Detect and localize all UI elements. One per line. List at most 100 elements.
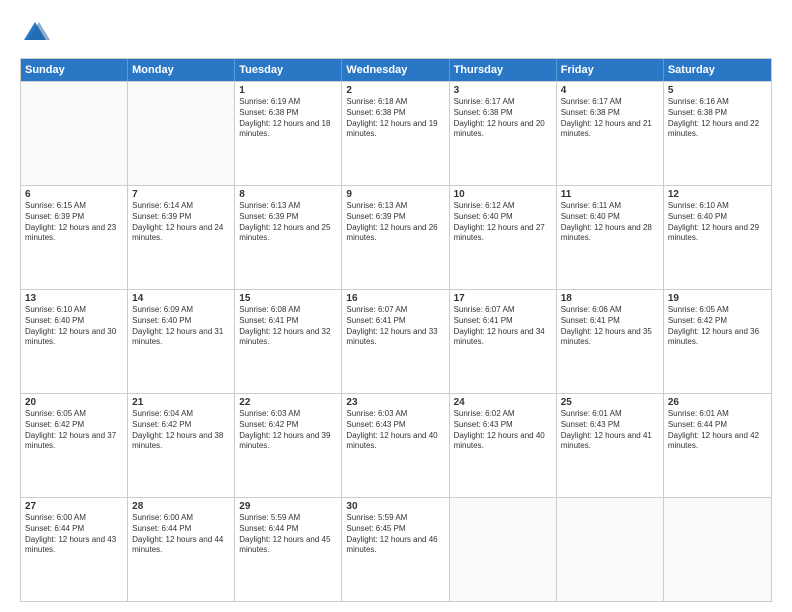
calendar-cell xyxy=(450,498,557,601)
page: SundayMondayTuesdayWednesdayThursdayFrid… xyxy=(0,0,792,612)
calendar-week-1: 1Sunrise: 6:19 AM Sunset: 6:38 PM Daylig… xyxy=(21,81,771,185)
day-number: 11 xyxy=(561,189,659,200)
day-info: Sunrise: 6:02 AM Sunset: 6:43 PM Dayligh… xyxy=(454,409,552,452)
day-number: 3 xyxy=(454,85,552,96)
day-info: Sunrise: 6:19 AM Sunset: 6:38 PM Dayligh… xyxy=(239,97,337,140)
calendar-cell: 4Sunrise: 6:17 AM Sunset: 6:38 PM Daylig… xyxy=(557,82,664,185)
calendar-cell: 29Sunrise: 5:59 AM Sunset: 6:44 PM Dayli… xyxy=(235,498,342,601)
day-number: 9 xyxy=(346,189,444,200)
day-number: 26 xyxy=(668,397,767,408)
day-info: Sunrise: 6:03 AM Sunset: 6:43 PM Dayligh… xyxy=(346,409,444,452)
calendar-cell: 27Sunrise: 6:00 AM Sunset: 6:44 PM Dayli… xyxy=(21,498,128,601)
day-number: 7 xyxy=(132,189,230,200)
calendar-cell: 5Sunrise: 6:16 AM Sunset: 6:38 PM Daylig… xyxy=(664,82,771,185)
calendar-cell xyxy=(21,82,128,185)
day-number: 24 xyxy=(454,397,552,408)
day-number: 5 xyxy=(668,85,767,96)
day-info: Sunrise: 6:17 AM Sunset: 6:38 PM Dayligh… xyxy=(561,97,659,140)
calendar-header-cell: Sunday xyxy=(21,59,128,81)
calendar-cell: 22Sunrise: 6:03 AM Sunset: 6:42 PM Dayli… xyxy=(235,394,342,497)
day-info: Sunrise: 6:10 AM Sunset: 6:40 PM Dayligh… xyxy=(668,201,767,244)
logo-icon xyxy=(20,18,50,48)
day-info: Sunrise: 6:13 AM Sunset: 6:39 PM Dayligh… xyxy=(239,201,337,244)
calendar-cell: 13Sunrise: 6:10 AM Sunset: 6:40 PM Dayli… xyxy=(21,290,128,393)
calendar-week-3: 13Sunrise: 6:10 AM Sunset: 6:40 PM Dayli… xyxy=(21,289,771,393)
calendar-cell: 6Sunrise: 6:15 AM Sunset: 6:39 PM Daylig… xyxy=(21,186,128,289)
day-info: Sunrise: 6:17 AM Sunset: 6:38 PM Dayligh… xyxy=(454,97,552,140)
day-info: Sunrise: 6:10 AM Sunset: 6:40 PM Dayligh… xyxy=(25,305,123,348)
day-info: Sunrise: 6:15 AM Sunset: 6:39 PM Dayligh… xyxy=(25,201,123,244)
header xyxy=(20,18,772,48)
calendar-cell: 26Sunrise: 6:01 AM Sunset: 6:44 PM Dayli… xyxy=(664,394,771,497)
calendar-cell: 19Sunrise: 6:05 AM Sunset: 6:42 PM Dayli… xyxy=(664,290,771,393)
day-number: 22 xyxy=(239,397,337,408)
day-number: 13 xyxy=(25,293,123,304)
day-number: 15 xyxy=(239,293,337,304)
day-info: Sunrise: 6:13 AM Sunset: 6:39 PM Dayligh… xyxy=(346,201,444,244)
day-number: 27 xyxy=(25,501,123,512)
calendar-body: 1Sunrise: 6:19 AM Sunset: 6:38 PM Daylig… xyxy=(21,81,771,601)
day-number: 1 xyxy=(239,85,337,96)
day-info: Sunrise: 5:59 AM Sunset: 6:45 PM Dayligh… xyxy=(346,513,444,556)
day-number: 25 xyxy=(561,397,659,408)
day-number: 16 xyxy=(346,293,444,304)
calendar-cell: 3Sunrise: 6:17 AM Sunset: 6:38 PM Daylig… xyxy=(450,82,557,185)
day-info: Sunrise: 6:04 AM Sunset: 6:42 PM Dayligh… xyxy=(132,409,230,452)
calendar-header-cell: Monday xyxy=(128,59,235,81)
day-number: 2 xyxy=(346,85,444,96)
calendar-cell: 7Sunrise: 6:14 AM Sunset: 6:39 PM Daylig… xyxy=(128,186,235,289)
day-number: 8 xyxy=(239,189,337,200)
day-info: Sunrise: 6:07 AM Sunset: 6:41 PM Dayligh… xyxy=(346,305,444,348)
calendar-cell: 28Sunrise: 6:00 AM Sunset: 6:44 PM Dayli… xyxy=(128,498,235,601)
day-number: 28 xyxy=(132,501,230,512)
day-number: 4 xyxy=(561,85,659,96)
calendar-cell: 20Sunrise: 6:05 AM Sunset: 6:42 PM Dayli… xyxy=(21,394,128,497)
day-number: 18 xyxy=(561,293,659,304)
day-info: Sunrise: 6:09 AM Sunset: 6:40 PM Dayligh… xyxy=(132,305,230,348)
calendar-cell: 2Sunrise: 6:18 AM Sunset: 6:38 PM Daylig… xyxy=(342,82,449,185)
calendar: SundayMondayTuesdayWednesdayThursdayFrid… xyxy=(20,58,772,602)
calendar-week-2: 6Sunrise: 6:15 AM Sunset: 6:39 PM Daylig… xyxy=(21,185,771,289)
calendar-cell: 18Sunrise: 6:06 AM Sunset: 6:41 PM Dayli… xyxy=(557,290,664,393)
day-info: Sunrise: 6:16 AM Sunset: 6:38 PM Dayligh… xyxy=(668,97,767,140)
day-number: 6 xyxy=(25,189,123,200)
calendar-cell: 10Sunrise: 6:12 AM Sunset: 6:40 PM Dayli… xyxy=(450,186,557,289)
calendar-week-4: 20Sunrise: 6:05 AM Sunset: 6:42 PM Dayli… xyxy=(21,393,771,497)
day-number: 19 xyxy=(668,293,767,304)
day-number: 17 xyxy=(454,293,552,304)
calendar-cell: 24Sunrise: 6:02 AM Sunset: 6:43 PM Dayli… xyxy=(450,394,557,497)
day-number: 14 xyxy=(132,293,230,304)
day-info: Sunrise: 6:07 AM Sunset: 6:41 PM Dayligh… xyxy=(454,305,552,348)
day-number: 12 xyxy=(668,189,767,200)
calendar-cell: 11Sunrise: 6:11 AM Sunset: 6:40 PM Dayli… xyxy=(557,186,664,289)
calendar-header-cell: Wednesday xyxy=(342,59,449,81)
calendar-cell: 12Sunrise: 6:10 AM Sunset: 6:40 PM Dayli… xyxy=(664,186,771,289)
day-info: Sunrise: 6:18 AM Sunset: 6:38 PM Dayligh… xyxy=(346,97,444,140)
calendar-header-cell: Friday xyxy=(557,59,664,81)
day-info: Sunrise: 6:01 AM Sunset: 6:44 PM Dayligh… xyxy=(668,409,767,452)
calendar-cell: 30Sunrise: 5:59 AM Sunset: 6:45 PM Dayli… xyxy=(342,498,449,601)
day-number: 20 xyxy=(25,397,123,408)
day-info: Sunrise: 6:11 AM Sunset: 6:40 PM Dayligh… xyxy=(561,201,659,244)
calendar-header-cell: Saturday xyxy=(664,59,771,81)
day-info: Sunrise: 6:03 AM Sunset: 6:42 PM Dayligh… xyxy=(239,409,337,452)
logo xyxy=(20,18,54,48)
calendar-cell: 14Sunrise: 6:09 AM Sunset: 6:40 PM Dayli… xyxy=(128,290,235,393)
day-info: Sunrise: 6:00 AM Sunset: 6:44 PM Dayligh… xyxy=(25,513,123,556)
day-info: Sunrise: 6:05 AM Sunset: 6:42 PM Dayligh… xyxy=(668,305,767,348)
calendar-cell xyxy=(664,498,771,601)
calendar-cell: 15Sunrise: 6:08 AM Sunset: 6:41 PM Dayli… xyxy=(235,290,342,393)
calendar-header-cell: Tuesday xyxy=(235,59,342,81)
calendar-cell: 23Sunrise: 6:03 AM Sunset: 6:43 PM Dayli… xyxy=(342,394,449,497)
calendar-cell: 16Sunrise: 6:07 AM Sunset: 6:41 PM Dayli… xyxy=(342,290,449,393)
calendar-week-5: 27Sunrise: 6:00 AM Sunset: 6:44 PM Dayli… xyxy=(21,497,771,601)
calendar-cell: 8Sunrise: 6:13 AM Sunset: 6:39 PM Daylig… xyxy=(235,186,342,289)
day-info: Sunrise: 5:59 AM Sunset: 6:44 PM Dayligh… xyxy=(239,513,337,556)
calendar-cell xyxy=(557,498,664,601)
calendar-cell: 25Sunrise: 6:01 AM Sunset: 6:43 PM Dayli… xyxy=(557,394,664,497)
day-info: Sunrise: 6:05 AM Sunset: 6:42 PM Dayligh… xyxy=(25,409,123,452)
day-info: Sunrise: 6:14 AM Sunset: 6:39 PM Dayligh… xyxy=(132,201,230,244)
calendar-header-cell: Thursday xyxy=(450,59,557,81)
day-info: Sunrise: 6:00 AM Sunset: 6:44 PM Dayligh… xyxy=(132,513,230,556)
calendar-cell xyxy=(128,82,235,185)
